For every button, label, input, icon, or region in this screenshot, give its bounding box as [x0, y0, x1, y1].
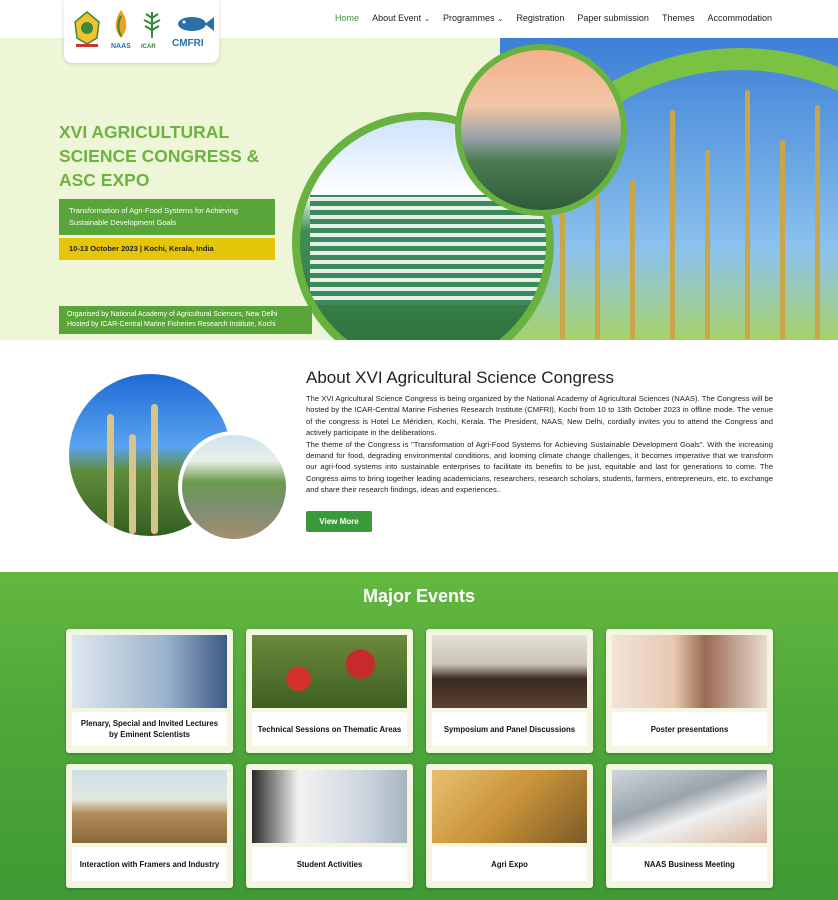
poster-image [612, 635, 767, 708]
event-card-label: Student Activities [252, 847, 407, 881]
hero-theme-banner: Transformation of Agri-Food Systems for … [59, 199, 275, 235]
naas-logo-text: NAAS [111, 43, 131, 50]
nav-paper-submission-label: Paper submission [577, 13, 649, 23]
nav-about-event-label: About Event [372, 13, 422, 23]
event-card-label: Poster presentations [612, 712, 767, 746]
millet-stalk [107, 414, 114, 534]
nav-programmes-label: Programmes [442, 13, 495, 23]
nav-registration[interactable]: Registration [516, 13, 564, 23]
event-card-label: Symposium and Panel Discussions [432, 712, 587, 746]
icar-logo-text: ICAR [141, 44, 156, 50]
organised-by-text: Organised by National Academy of Agricul… [67, 311, 278, 318]
major-events-section: Major Events Plenary, Special and Invite… [0, 572, 838, 900]
about-title: About XVI Agricultural Science Congress [306, 368, 615, 387]
icar-logo: ICAR [141, 12, 161, 50]
about-paragraph-2: The theme of the Congress is "Transforma… [306, 439, 773, 495]
page: Home About Event ⌄ Programmes ⌄ Registrati… [0, 0, 838, 900]
symposium-hall-image [432, 635, 587, 708]
hosted-by-text: Hosted by ICAR-Central Marine Fisheries … [67, 321, 276, 328]
millet-stalk [151, 404, 158, 534]
nav-programmes[interactable]: Programmes ⌄ [443, 13, 503, 23]
farmers-field-image [72, 770, 227, 843]
chevron-down-icon: ⌄ [497, 16, 504, 23]
event-card[interactable]: Agri Expo [426, 764, 593, 888]
event-card-label: Technical Sessions on Thematic Areas [252, 712, 407, 746]
naas-logo: NAAS [111, 10, 131, 50]
event-card[interactable]: Symposium and Panel Discussions [426, 629, 593, 753]
nav-accommodation[interactable]: Accommodation [707, 13, 772, 23]
event-card[interactable]: Student Activities [246, 764, 413, 888]
event-card[interactable]: Plenary, Special and Invited Lectures by… [66, 629, 233, 753]
nav-about-event[interactable]: About Event ⌄ [372, 13, 430, 23]
event-card-label: Interaction with Framers and Industry [72, 847, 227, 881]
event-card-label: Plenary, Special and Invited Lectures by… [72, 712, 227, 746]
nav-themes[interactable]: Themes [662, 13, 695, 23]
about-description: The XVI Agricultural Science Congress is… [306, 393, 773, 496]
logo-group[interactable]: NAAS ICAR CMFRI [64, 0, 219, 63]
student-lab-image [252, 770, 407, 843]
hero-banner: XVI AGRICULTURAL SCIENCE CONGRESS & ASC … [0, 38, 838, 340]
laptop-meeting-image [612, 770, 767, 843]
nav-accommodation-label: Accommodation [707, 13, 772, 23]
ploughing-field-image [178, 431, 290, 543]
event-card[interactable]: Interaction with Framers and Industry [66, 764, 233, 888]
about-section: About XVI Agricultural Science Congress … [0, 340, 838, 572]
campus-aerial-image [455, 44, 627, 216]
nav-themes-label: Themes [661, 13, 695, 23]
nav-home-label: Home [335, 13, 360, 23]
events-title: Major Events [362, 586, 476, 606]
event-card[interactable]: NAAS Business Meeting [606, 764, 773, 888]
nav-paper-submission[interactable]: Paper submission [577, 13, 649, 23]
about-paragraph-1: The XVI Agricultural Science Congress is… [306, 394, 773, 438]
millet-stalk [129, 434, 136, 534]
event-card-label: Agri Expo [432, 847, 587, 881]
nav-registration-label: Registration [516, 13, 565, 23]
emblem-logo [74, 11, 100, 47]
main-nav: Home About Event ⌄ Programmes ⌄ Registrati… [322, 13, 772, 23]
view-more-button[interactable]: View More [306, 511, 372, 532]
cmfri-logo: CMFRI [172, 17, 214, 49]
event-card[interactable]: Poster presentations [606, 629, 773, 753]
chevron-down-icon: ⌄ [424, 16, 430, 23]
grain-ear-image [432, 770, 587, 843]
lecture-image [72, 635, 227, 708]
nav-home[interactable]: Home [335, 13, 359, 23]
hero-date-banner: 10-13 October 2023 | Kochi, Kerala, Indi… [59, 238, 275, 260]
hero-organiser-banner: Organised by National Academy of Agricul… [59, 306, 312, 334]
cmfri-logo-text: CMFRI [172, 38, 204, 49]
hero-title: XVI AGRICULTURAL SCIENCE CONGRESS & ASC … [59, 122, 260, 190]
event-card-label: NAAS Business Meeting [612, 847, 767, 881]
event-card[interactable]: Technical Sessions on Thematic Areas [246, 629, 413, 753]
apple-tree-image [252, 635, 407, 708]
